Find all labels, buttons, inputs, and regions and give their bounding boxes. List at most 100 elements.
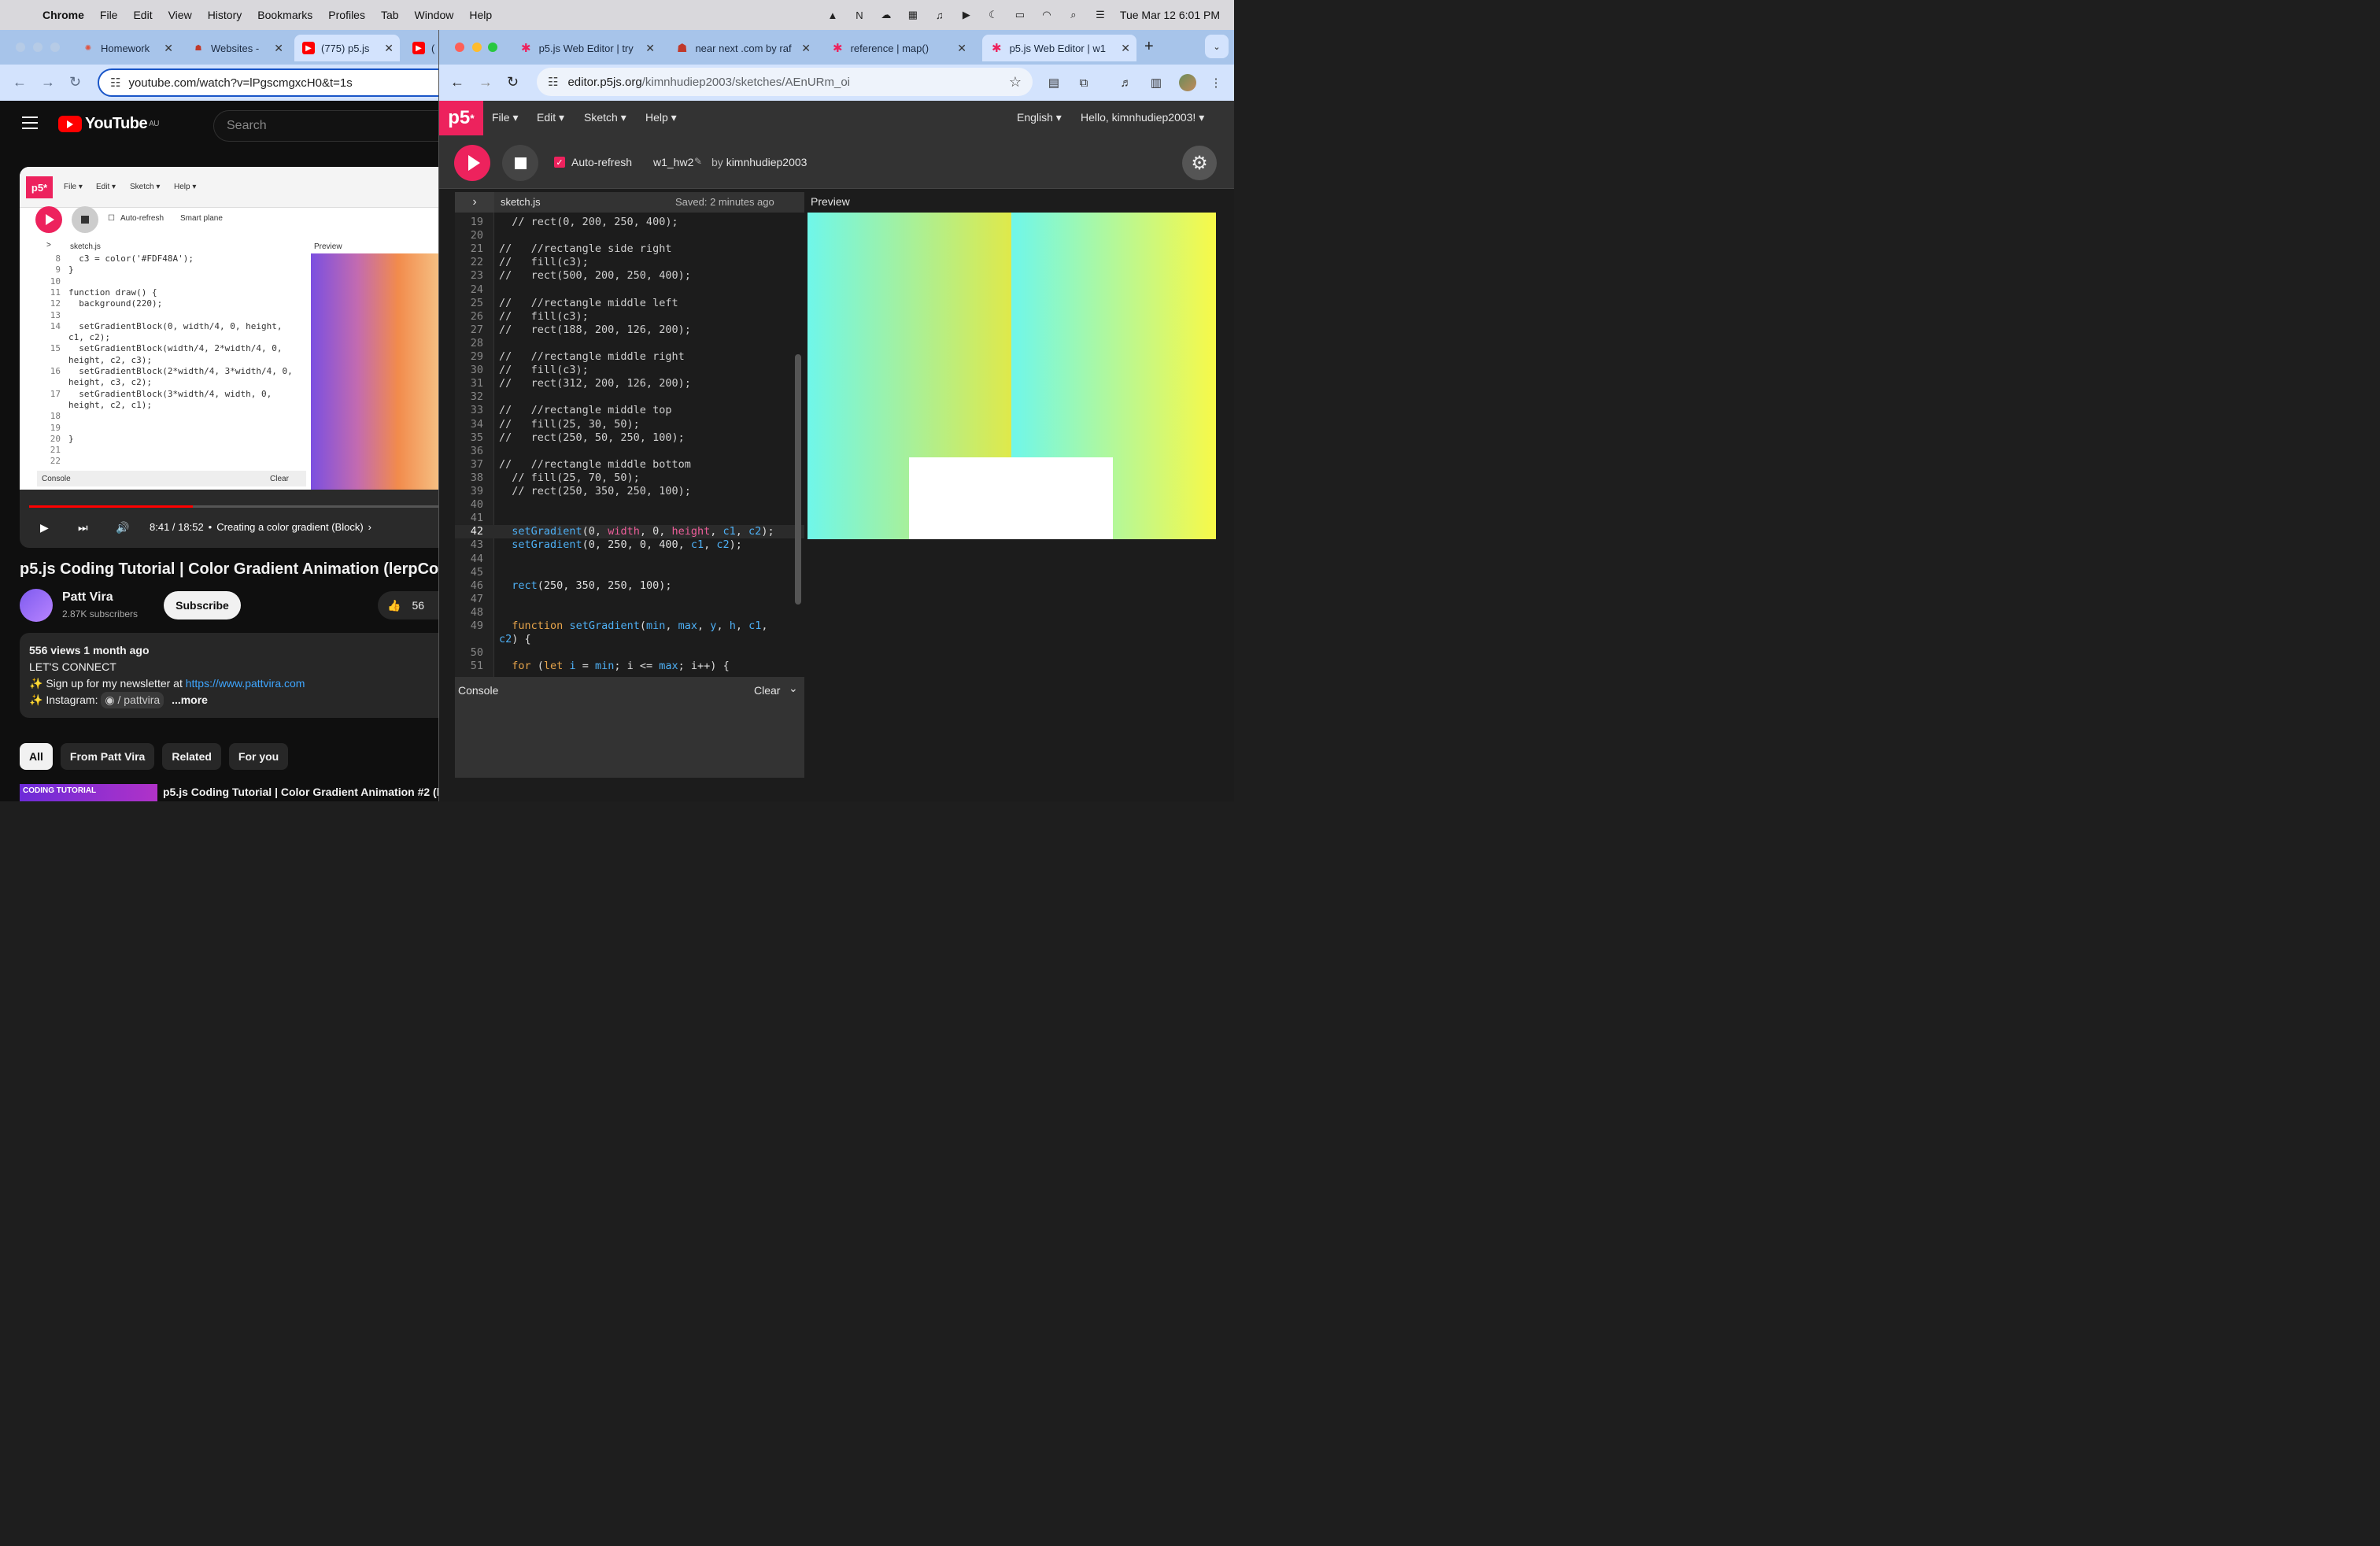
close-tab-icon[interactable]: ✕ (274, 42, 283, 55)
close-tab-icon[interactable]: ✕ (164, 42, 173, 55)
volume-icon[interactable]: 🔊 (116, 521, 129, 534)
code-line[interactable]: 21 // //rectangle side right (455, 242, 804, 256)
back-arrow-icon[interactable]: ← (450, 74, 464, 91)
new-tab-plus-icon[interactable]: + (1144, 38, 1154, 56)
code-line[interactable]: 20 (455, 229, 804, 242)
reload-icon[interactable]: ↻ (69, 74, 81, 91)
forward-arrow-icon[interactable]: → (41, 74, 55, 91)
close-tab-icon[interactable]: ✕ (384, 42, 394, 55)
code-line[interactable]: 34 // fill(25, 30, 50); (455, 418, 804, 431)
close-window-button[interactable] (455, 43, 464, 52)
p5-menu-file[interactable]: File ▾ (492, 111, 518, 124)
account-dropdown[interactable]: Hello, kimnhudiep2003! ▾ (1081, 111, 1204, 124)
code-line[interactable]: 26 // fill(c3); (455, 310, 804, 324)
chip-for-you[interactable]: For you (228, 743, 289, 770)
code-line[interactable]: 40 (455, 498, 804, 512)
code-line[interactable]: 22 // fill(c3); (455, 256, 804, 269)
youtube-logo[interactable]: YouTube AU (58, 115, 159, 133)
site-info-icon[interactable]: ☷ (548, 75, 558, 89)
code-line[interactable]: 42 setGradient(0, width, 0, height, c1, … (455, 525, 804, 539)
menu-view[interactable]: View (168, 9, 192, 21)
code-line[interactable]: 41 (455, 512, 804, 525)
code-line[interactable]: 23 // rect(500, 200, 250, 400); (455, 269, 804, 283)
more-link[interactable]: ...more (172, 693, 208, 706)
bookmark-star-icon[interactable]: ☆ (1009, 74, 1022, 91)
p5-menu-edit[interactable]: Edit ▾ (537, 111, 564, 124)
subscribe-button[interactable]: Subscribe (164, 591, 241, 620)
reload-icon[interactable]: ↻ (507, 74, 519, 91)
console-clear-button[interactable]: Clear (754, 684, 780, 697)
code-line[interactable]: 39 // rect(250, 350, 250, 100); (455, 485, 804, 498)
tab-search-chevron-icon[interactable]: ⌄ (1205, 35, 1229, 58)
menu-edit[interactable]: Edit (133, 9, 152, 21)
cloud-icon[interactable]: ☁ (879, 9, 893, 21)
tab-p5-editor-w1[interactable]: ✱ p5.js Web Editor | w1 ✕ (982, 35, 1136, 61)
play-button[interactable]: ▶ (40, 521, 49, 534)
chip-all[interactable]: All (20, 743, 53, 770)
file-name[interactable]: sketch.js (501, 196, 541, 208)
checkbox-checked-icon[interactable]: ✓ (554, 157, 565, 168)
forward-arrow-icon[interactable]: → (479, 74, 493, 91)
code-line[interactable]: 43 setGradient(0, 250, 0, 400, c1, c2); (455, 538, 804, 552)
code-line[interactable]: 29 // //rectangle middle right (455, 350, 804, 364)
extensions-puzzle-icon[interactable]: ⧉ (1075, 74, 1092, 91)
stop-button[interactable] (502, 145, 538, 181)
close-tab-icon[interactable]: ✕ (1121, 42, 1130, 55)
code-line[interactable]: 35 // rect(250, 50, 250, 100); (455, 431, 804, 445)
editor-scrollbar[interactable] (795, 354, 801, 605)
menu-window[interactable]: Window (415, 9, 454, 21)
code-line[interactable]: 49 function setGradient(min, max, y, h, … (455, 620, 804, 633)
code-line[interactable]: 27 // rect(188, 200, 126, 200); (455, 324, 804, 337)
code-line[interactable]: 45 (455, 566, 804, 579)
battery-icon[interactable]: ▭ (1013, 9, 1027, 21)
pencil-icon[interactable]: ✎ (694, 156, 702, 167)
reading-mode-icon[interactable]: ▤ (1045, 74, 1062, 91)
clock[interactable]: Tue Mar 12 6:01 PM (1120, 9, 1220, 21)
tab-near-next[interactable]: ☗ near next .com by raf ✕ (667, 35, 817, 61)
media-controls-icon[interactable]: ♬ (1118, 74, 1135, 91)
moon-icon[interactable]: ☾ (986, 9, 1000, 21)
tab-youtube-p5[interactable]: ▶ (775) p5.js ✕ (294, 35, 400, 61)
menu-app-name[interactable]: Chrome (42, 9, 84, 21)
close-window-button[interactable] (16, 43, 25, 52)
language-dropdown[interactable]: English ▾ (1017, 111, 1062, 124)
p5-menu-sketch[interactable]: Sketch ▾ (584, 111, 626, 124)
zoom-window-button[interactable] (50, 43, 60, 52)
code-line[interactable]: 36 (455, 445, 804, 458)
code-line[interactable]: 25 // //rectangle middle left (455, 297, 804, 310)
minimize-window-button[interactable] (33, 43, 42, 52)
control-center-icon[interactable]: ☰ (1093, 9, 1107, 21)
code-line[interactable]: 38 // fill(25, 70, 50); (455, 472, 804, 485)
video-description[interactable]: 556 views 1 month ago LET'S CONNECT ✨ Si… (20, 633, 439, 718)
code-line[interactable]: 48 (455, 606, 804, 620)
tab-reference-map[interactable]: ✱ reference | map() ✕ (823, 35, 973, 61)
code-line[interactable]: 24 (455, 283, 804, 297)
notion-icon[interactable]: N (852, 9, 867, 21)
headphones-icon[interactable]: ♫ (933, 9, 947, 21)
code-line[interactable]: 51 for (let i = min; i <= max; i++) { (455, 660, 804, 673)
minimize-window-button[interactable] (472, 43, 482, 52)
p5-menu-help[interactable]: Help ▾ (645, 111, 677, 124)
video-progress-bar[interactable] (29, 505, 438, 508)
wifi-icon[interactable]: ◠ (1040, 9, 1054, 21)
profile-avatar[interactable] (1179, 74, 1196, 91)
play-circle-icon[interactable]: ▶ (959, 9, 974, 21)
code-editor[interactable]: 19 // rect(0, 200, 250, 400); 20 21// //re… (455, 213, 804, 677)
run-button[interactable] (454, 145, 490, 181)
newsletter-link[interactable]: https://www.pattvira.com (186, 677, 305, 690)
code-line[interactable]: 30 // fill(c3); (455, 364, 804, 377)
code-line[interactable]: 44 (455, 553, 804, 566)
tab-p5-editor-try[interactable]: ✱ p5.js Web Editor | try ✕ (512, 35, 661, 61)
tab-websites[interactable]: ☗ Websites - ✕ (184, 35, 290, 61)
address-bar[interactable]: ☷ editor.p5js.org/kimnhudiep2003/sketche… (537, 68, 1033, 96)
search-input[interactable]: Search (213, 110, 439, 142)
channel-name[interactable]: Patt Vira (62, 590, 113, 605)
menu-help[interactable]: Help (469, 9, 492, 21)
address-bar[interactable]: ☷ youtube.com/watch?v=lPgscmgxcH0&t=1s (98, 68, 439, 97)
code-line[interactable]: 19 // rect(0, 200, 250, 400); (455, 216, 804, 229)
calendar-icon[interactable]: ▦ (906, 9, 920, 21)
chip-from-patt-vira[interactable]: From Patt Vira (60, 743, 155, 770)
menu-tab[interactable]: Tab (381, 9, 399, 21)
tab-youtube-2[interactable]: ▶ ( (405, 35, 439, 61)
recommended-video[interactable]: CODING TUTORIAL p5.js Coding Tutorial | … (20, 784, 439, 801)
